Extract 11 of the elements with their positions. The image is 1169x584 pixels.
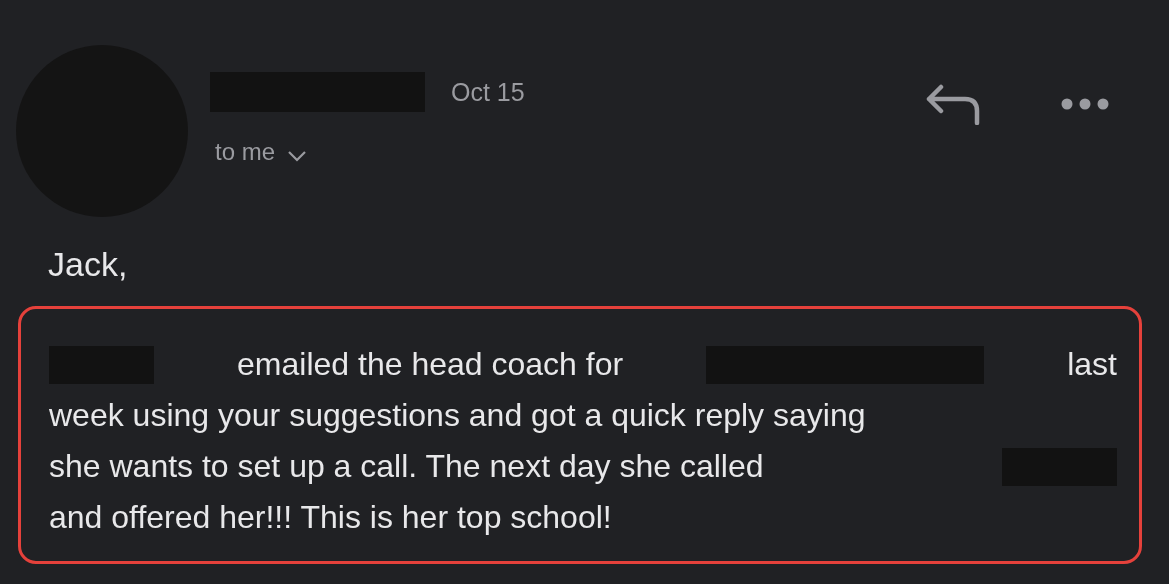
body-text: she wants to set up a call. The next day she called [49, 448, 764, 485]
body-text: last [1067, 346, 1117, 383]
chevron-down-icon[interactable] [287, 150, 308, 162]
more-options-icon[interactable] [1061, 98, 1109, 110]
recipient-label: to me [215, 138, 276, 166]
body-text: week using your suggestions and got a quick reply saying [49, 397, 866, 434]
body-text: and offered her!!! This is her top school! [49, 499, 612, 536]
greeting: Jack, [48, 245, 129, 284]
date: Oct 15 [451, 77, 525, 107]
reply-icon[interactable] [925, 83, 981, 125]
body-text: emailed the head coach for [237, 346, 624, 383]
